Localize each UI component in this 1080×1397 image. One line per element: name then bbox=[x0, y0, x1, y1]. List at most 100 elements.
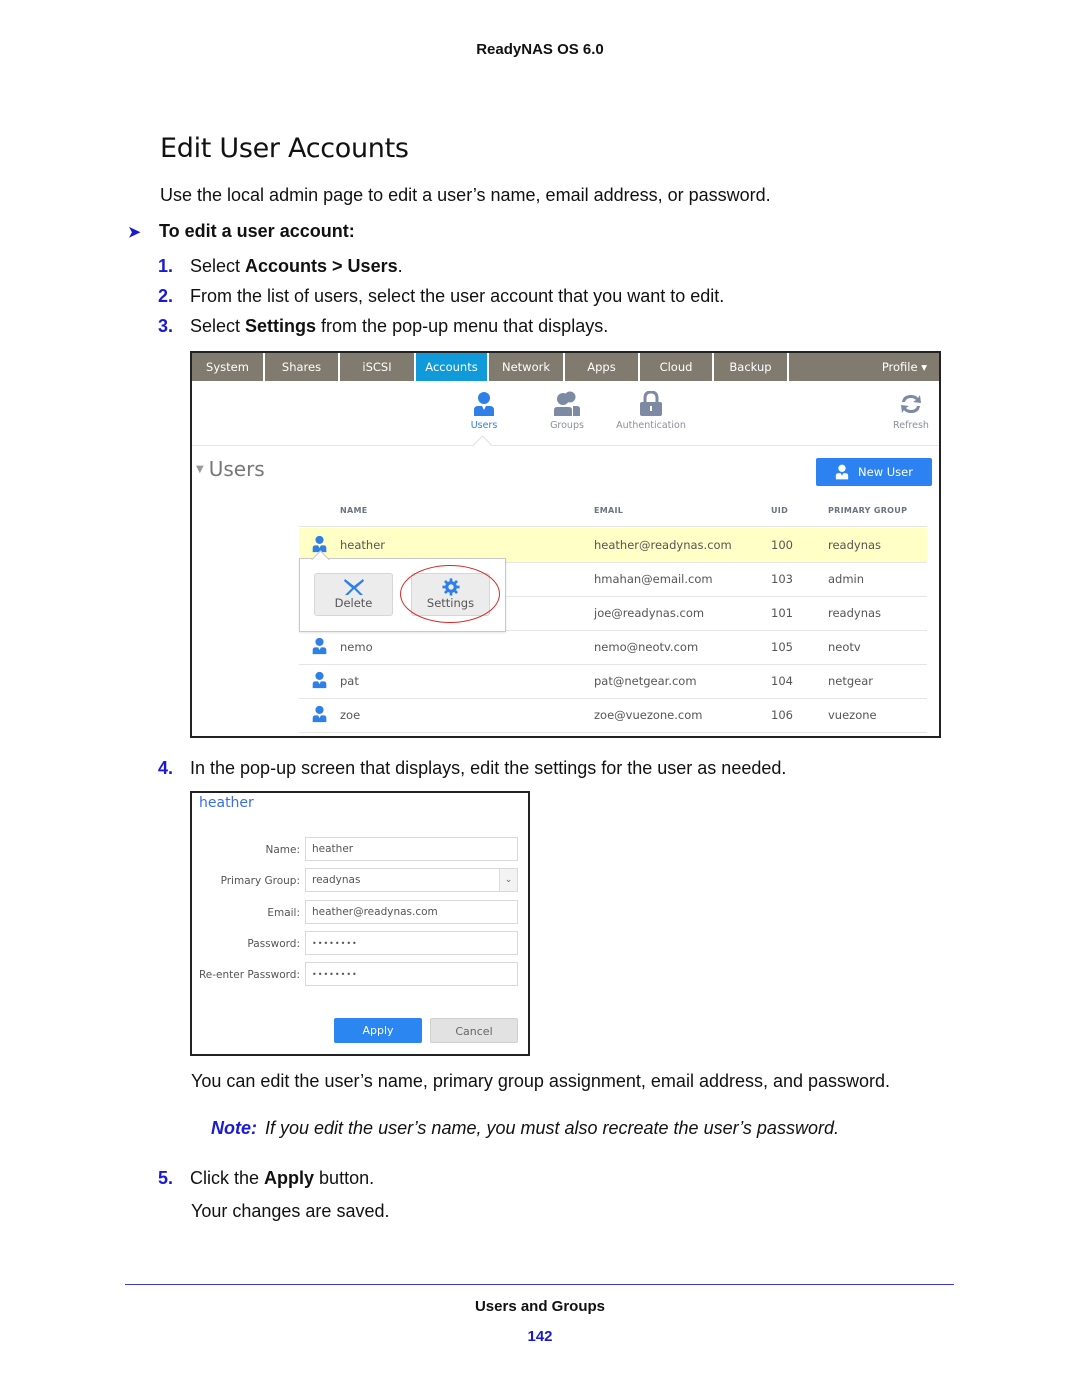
step-number: 1. bbox=[158, 256, 174, 276]
user-uid-cell: 103 bbox=[771, 572, 793, 586]
name-field[interactable]: heather bbox=[305, 837, 518, 861]
step-1: 1. Select Accounts > Users. bbox=[158, 256, 403, 277]
step-5: 5. Click the Apply button. bbox=[158, 1168, 374, 1189]
user-email-cell: heather@readynas.com bbox=[594, 538, 732, 552]
column-header-name[interactable]: NAME bbox=[340, 506, 368, 515]
tab-system[interactable]: System bbox=[192, 353, 265, 381]
subnav-divider bbox=[192, 445, 939, 446]
user-group-cell: netgear bbox=[828, 674, 874, 688]
cancel-button[interactable]: Cancel bbox=[430, 1018, 518, 1043]
step-text: Select Settings from the pop-up menu tha… bbox=[190, 316, 609, 336]
user-name-cell: zoe bbox=[340, 708, 361, 722]
note: Note: If you edit the user’s name, you mu… bbox=[211, 1118, 839, 1139]
step-number: 4. bbox=[158, 758, 174, 778]
column-header-primary-group[interactable]: PRIMARY GROUP bbox=[828, 506, 907, 515]
email-field[interactable]: heather@readynas.com bbox=[305, 900, 518, 924]
user-icon bbox=[312, 671, 327, 692]
procedure-heading-text: To edit a user account: bbox=[159, 221, 355, 241]
collapse-triangle-icon: ▼ bbox=[196, 463, 204, 475]
running-header: ReadyNAS OS 6.0 bbox=[476, 41, 604, 58]
page-number: 142 bbox=[527, 1328, 553, 1345]
tab-network[interactable]: Network bbox=[489, 353, 565, 381]
chevron-down-icon[interactable]: ⌄ bbox=[499, 869, 517, 891]
apply-button[interactable]: Apply bbox=[334, 1018, 422, 1043]
user-email-cell: nemo@neotv.com bbox=[594, 640, 699, 654]
footer-chapter: Users and Groups bbox=[474, 1298, 606, 1315]
password-label: Password: bbox=[247, 938, 300, 950]
reenter-password-label: Re-enter Password: bbox=[198, 969, 300, 981]
step-2: 2. From the list of users, select the us… bbox=[158, 286, 724, 307]
footer-divider bbox=[125, 1284, 954, 1285]
subnav-groups[interactable]: Groups bbox=[542, 391, 592, 431]
intro-paragraph: Use the local admin page to edit a user’… bbox=[160, 185, 771, 205]
user-uid-cell: 105 bbox=[771, 640, 793, 654]
profile-menu[interactable]: Profile ▾ bbox=[882, 353, 939, 381]
column-header-uid[interactable]: UID bbox=[771, 506, 788, 515]
subnav-authentication[interactable]: Authentication bbox=[615, 391, 687, 431]
users-screenshot: System Shares iSCSI Accounts Network App… bbox=[190, 351, 941, 738]
subnav-active-pointer bbox=[473, 435, 492, 454]
step-text: From the list of users, select the user … bbox=[190, 286, 725, 306]
users-heading[interactable]: ▼ Users bbox=[196, 457, 265, 481]
tab-accounts[interactable]: Accounts bbox=[416, 353, 489, 381]
step-number: 5. bbox=[158, 1168, 174, 1188]
step-text: Select Accounts > Users. bbox=[190, 256, 403, 276]
new-user-button[interactable]: New User bbox=[816, 458, 932, 486]
step-text: In the pop-up screen that displays, edit… bbox=[190, 758, 787, 778]
user-group-cell: vuezone bbox=[828, 708, 877, 722]
add-user-icon bbox=[835, 464, 849, 480]
table-row[interactable]: zoe zoe@vuezone.com 106 vuezone bbox=[299, 698, 927, 733]
settings-highlight-ring bbox=[400, 565, 500, 623]
note-label: Note: bbox=[211, 1118, 257, 1138]
edit-user-dialog: heather Name: heather Primary Group: rea… bbox=[190, 791, 530, 1056]
refresh-icon bbox=[901, 395, 921, 413]
user-group-cell: readynas bbox=[828, 606, 882, 620]
user-name-cell: pat bbox=[340, 674, 359, 688]
user-name-cell: heather bbox=[340, 538, 386, 552]
step-3: 3. Select Settings from the pop-up menu … bbox=[158, 316, 608, 337]
delete-x-icon bbox=[343, 579, 364, 595]
user-uid-cell: 104 bbox=[771, 674, 793, 688]
subnav-users[interactable]: Users bbox=[462, 391, 506, 431]
note-text: If you edit the user’s name, you must al… bbox=[265, 1118, 839, 1138]
table-row[interactable]: pat pat@netgear.com 104 netgear bbox=[299, 664, 927, 699]
after-dialog-paragraph: You can edit the user’s name, primary gr… bbox=[191, 1071, 891, 1091]
step-number: 3. bbox=[158, 316, 174, 336]
email-label: Email: bbox=[267, 907, 300, 919]
column-header-email[interactable]: EMAIL bbox=[594, 506, 623, 515]
table-top-border bbox=[299, 526, 927, 527]
refresh-button[interactable]: Refresh bbox=[889, 391, 933, 431]
delete-button[interactable]: Delete bbox=[314, 573, 393, 616]
primary-group-label: Primary Group: bbox=[220, 875, 300, 887]
lock-icon bbox=[640, 391, 662, 416]
user-group-cell: admin bbox=[828, 572, 865, 586]
groups-icon bbox=[554, 391, 580, 416]
user-icon bbox=[312, 705, 327, 726]
tab-shares[interactable]: Shares bbox=[265, 353, 340, 381]
user-email-cell: zoe@vuezone.com bbox=[594, 708, 703, 722]
name-label: Name: bbox=[265, 844, 300, 856]
user-group-cell: readynas bbox=[828, 538, 882, 552]
tab-iscsi[interactable]: iSCSI bbox=[340, 353, 416, 381]
main-navbar: System Shares iSCSI Accounts Network App… bbox=[192, 353, 939, 381]
user-uid-cell: 106 bbox=[771, 708, 793, 722]
user-email-cell: pat@netgear.com bbox=[594, 674, 697, 688]
primary-group-select[interactable]: readynas ⌄ bbox=[305, 868, 518, 892]
user-email-cell: hmahan@email.com bbox=[594, 572, 713, 586]
tab-apps[interactable]: Apps bbox=[565, 353, 640, 381]
tab-backup[interactable]: Backup bbox=[714, 353, 789, 381]
page-title: Edit User Accounts bbox=[160, 133, 409, 164]
user-email-cell: joe@readynas.com bbox=[594, 606, 705, 620]
password-field[interactable]: •••••••• bbox=[305, 931, 518, 955]
table-row[interactable]: nemo nemo@neotv.com 105 neotv bbox=[299, 630, 927, 665]
dialog-title: heather bbox=[199, 795, 254, 811]
step-text: Click the Apply button. bbox=[190, 1168, 375, 1188]
reenter-password-field[interactable]: •••••••• bbox=[305, 962, 518, 986]
user-icon bbox=[312, 637, 327, 658]
arrow-bullet-icon: ➤ bbox=[128, 223, 141, 241]
tab-cloud[interactable]: Cloud bbox=[640, 353, 714, 381]
procedure-heading: ➤ To edit a user account: bbox=[128, 221, 355, 242]
user-group-cell: neotv bbox=[828, 640, 861, 654]
user-icon bbox=[474, 392, 494, 416]
step-4: 4. In the pop-up screen that displays, e… bbox=[158, 758, 786, 779]
